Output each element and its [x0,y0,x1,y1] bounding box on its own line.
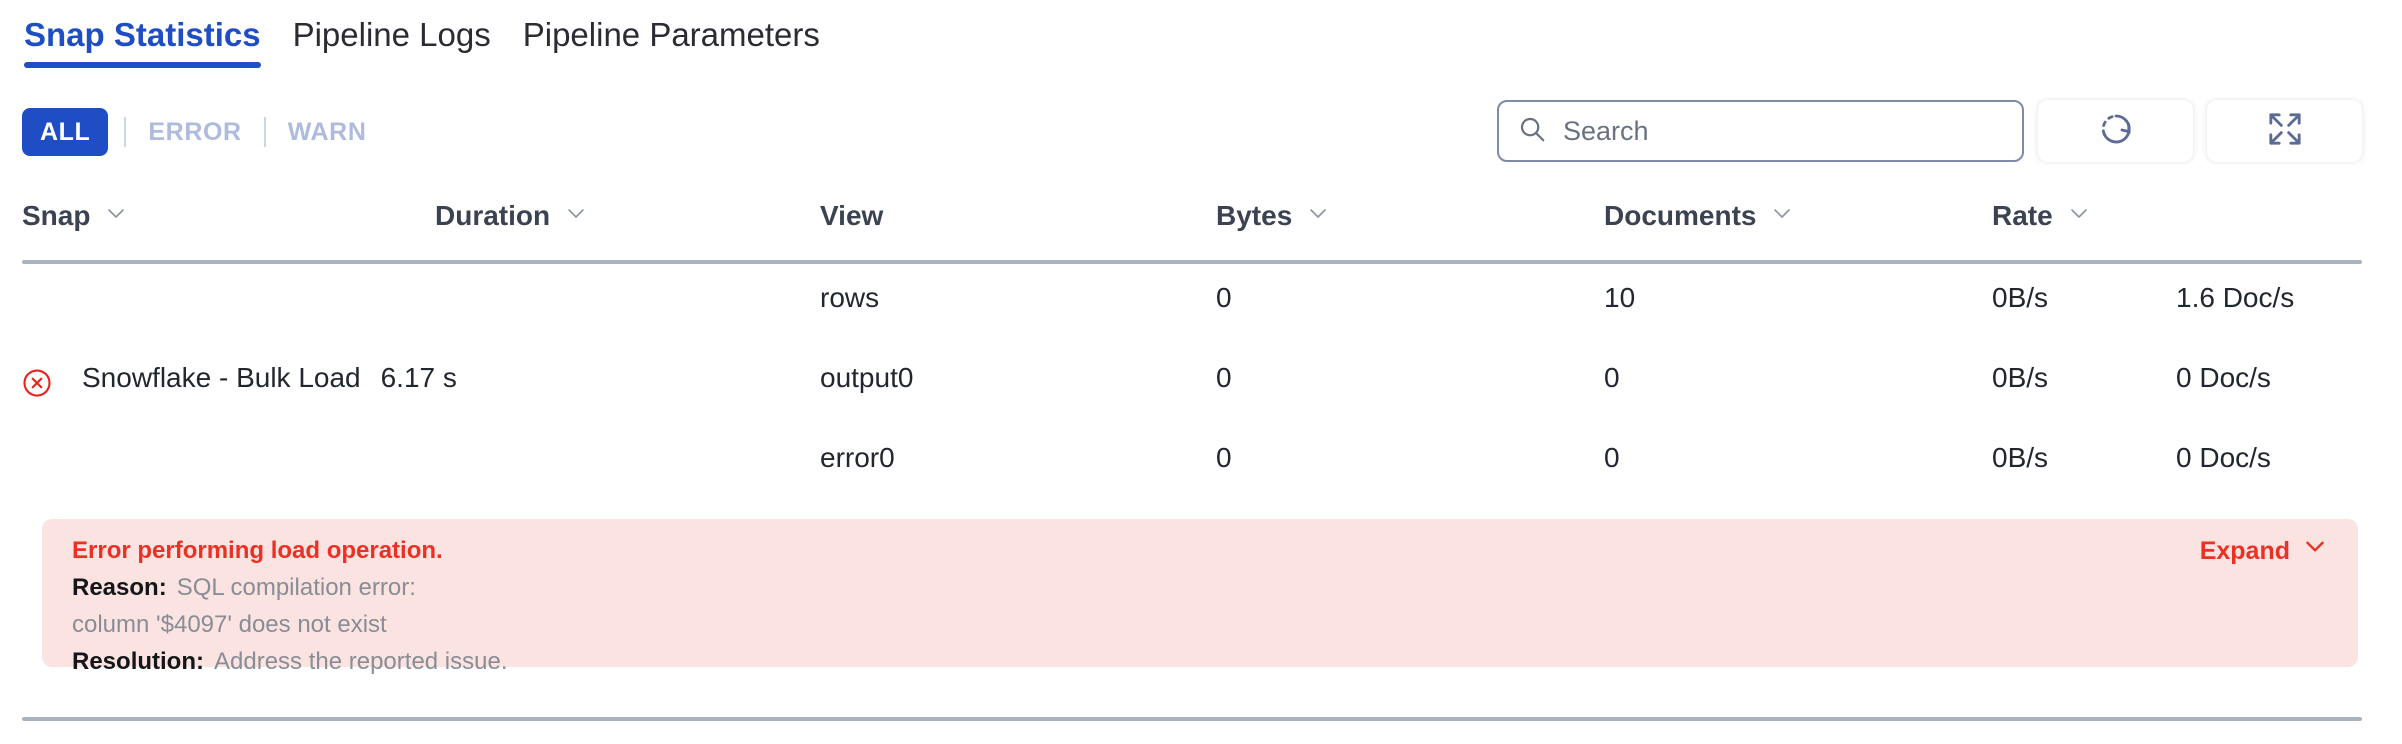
cell-rate-docs: 0 Doc/s [2176,362,2271,393]
error-reason-value: SQL compilation error: [176,574,416,601]
filter-separator [263,117,266,147]
cell-documents: 0 [1604,442,1620,473]
chevron-down-icon [2067,196,2091,236]
cell-rate-bytes: 0B/s [1992,282,2049,313]
error-reason-label: Reason: [72,574,167,601]
table-row[interactable]: error0 0 0 0B/s 0 Doc/s [0,432,2402,484]
chevron-down-icon [1770,196,1794,236]
table-bottom-divider [22,717,2362,721]
column-header-label: Rate [1992,200,2053,231]
search-input[interactable] [1563,115,2004,147]
filter-separator [124,117,127,147]
error-title: Error performing load operation. [72,537,443,564]
cell-bytes: 0 [1216,442,1232,473]
chevron-down-icon [1306,196,1330,236]
severity-filter-group: ALL ERROR WARN [22,108,372,156]
table-row[interactable]: Snowflake - Bulk Load 6.17 s output0 0 0… [0,352,2402,404]
statistics-table: Snap Duration View Bytes Documents Rate [0,196,2402,264]
cell-rate-bytes: 0B/s [1992,442,2049,473]
cell-rate-bytes: 0B/s [1992,362,2049,393]
table-header-divider [22,260,2362,264]
error-reason-detail: column '$4097' does not exist [72,611,387,638]
snap-statistics-panel: Snap Statistics Pipeline Logs Pipeline P… [0,0,2402,744]
cell-bytes: 0 [1216,362,1232,393]
tab-label: Pipeline Parameters [522,16,820,53]
column-header-label: Duration [435,200,551,231]
tab-snap-statistics[interactable]: Snap Statistics [22,14,277,68]
fullscreen-button[interactable] [2207,100,2362,162]
cell-snap: Snowflake - Bulk Load 6.17 s [22,352,457,404]
cell-view: output0 [820,362,914,393]
search-box[interactable] [1497,100,2024,162]
column-header-label: Bytes [1216,200,1293,231]
chevron-down-icon [564,196,588,236]
error-resolution-label: Resolution: [72,648,204,675]
column-header-label: View [820,200,884,231]
cell-bytes: 0 [1216,282,1232,313]
cell-snap-label: Snowflake - Bulk Load [82,362,361,393]
expand-error-button[interactable]: Expand [2200,533,2328,569]
refresh-icon [2096,109,2136,154]
column-header-view[interactable]: View [820,196,883,236]
refresh-button[interactable] [2038,100,2193,162]
column-header-bytes[interactable]: Bytes [1216,196,1330,236]
cell-duration: 6.17 s [380,362,457,393]
error-resolution-line: Resolution: Address the reported issue. [72,643,2328,680]
column-header-documents[interactable]: Documents [1604,196,1794,236]
cell-documents: 10 [1604,282,1636,313]
tab-label: Snap Statistics [24,16,261,53]
filter-all[interactable]: ALL [22,108,109,156]
cell-rate-docs: 1.6 Doc/s [2176,282,2295,313]
search-icon [1517,114,1547,149]
filter-warn[interactable]: WARN [282,118,373,147]
column-header-rate[interactable]: Rate [1992,196,2091,236]
table-header-row: Snap Duration View Bytes Documents Rate [0,196,2402,264]
toolbar-right [1497,100,2362,162]
column-header-label: Documents [1604,200,1757,231]
column-header-snap[interactable]: Snap [22,196,128,236]
error-reason-line: Reason: SQL compilation error: [72,569,2328,606]
tab-bar: Snap Statistics Pipeline Logs Pipeline P… [22,14,836,68]
expand-label: Expand [2199,537,2290,565]
fullscreen-expand-icon [2265,109,2305,154]
column-header-duration[interactable]: Duration [435,196,588,236]
error-details-panel: Error performing load operation. Reason:… [42,519,2358,675]
chevron-down-icon [2302,533,2328,569]
cell-view: rows [820,282,880,313]
cell-documents: 0 [1604,362,1620,393]
column-header-label: Snap [22,200,91,231]
table-body: rows 0 10 0B/s 1.6 Doc/s Snowflake - Bul… [0,272,2402,484]
tab-label: Pipeline Logs [292,16,491,53]
cell-view: error0 [820,442,895,473]
table-row[interactable]: rows 0 10 0B/s 1.6 Doc/s [0,272,2402,324]
error-circle-x-icon [22,363,52,397]
tab-pipeline-logs[interactable]: Pipeline Logs [277,14,507,68]
error-resolution-value: Address the reported issue. [214,648,508,675]
cell-rate-docs: 0 Doc/s [2176,442,2271,473]
filter-error[interactable]: ERROR [142,118,247,147]
tab-pipeline-parameters[interactable]: Pipeline Parameters [507,14,836,68]
chevron-down-icon [104,196,128,236]
